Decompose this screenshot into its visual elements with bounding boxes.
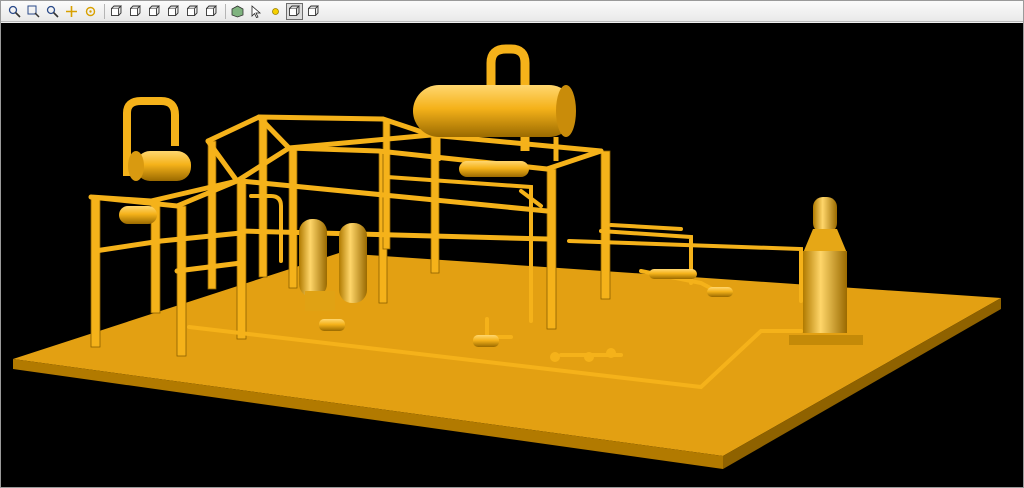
- heat-exchanger: [459, 161, 529, 177]
- column: [176, 205, 187, 357]
- view-right-icon: [206, 5, 218, 16]
- pan-button[interactable]: [63, 3, 80, 20]
- heat-exchanger: [707, 287, 733, 297]
- view-right-button[interactable]: [203, 3, 220, 20]
- view-back-icon: [130, 5, 142, 16]
- valve: [584, 352, 594, 362]
- 3d-viewport[interactable]: [1, 23, 1023, 487]
- cad-viewer-window: [0, 0, 1024, 488]
- light-button[interactable]: [267, 3, 284, 20]
- column: [546, 168, 557, 330]
- column: [90, 196, 101, 348]
- zoom-dynamic-icon: [46, 5, 59, 18]
- vertical-vessel: [339, 223, 367, 303]
- pipe: [609, 223, 683, 231]
- view-iso-button[interactable]: [229, 3, 246, 20]
- skid-top: [13, 253, 1001, 456]
- view-top-icon: [149, 5, 161, 16]
- vertical-vessel: [299, 219, 327, 297]
- heat-exchanger: [119, 206, 157, 224]
- view-front-icon: [111, 5, 123, 16]
- view-toolbar: [1, 1, 1023, 22]
- view-bottom-button[interactable]: [165, 3, 182, 20]
- heat-exchanger: [649, 269, 697, 279]
- pump: [319, 319, 345, 331]
- shaded-mode-button[interactable]: [286, 2, 303, 20]
- zoom-window-button[interactable]: [6, 3, 23, 20]
- tower: [803, 251, 847, 333]
- zoom-fit-button[interactable]: [25, 3, 42, 20]
- view-left-button[interactable]: [184, 3, 201, 20]
- pump: [473, 335, 499, 347]
- plant-model: [13, 44, 1001, 469]
- column: [288, 147, 298, 289]
- tower-base: [789, 335, 863, 345]
- column: [236, 180, 247, 340]
- light-icon: [272, 7, 279, 15]
- view-left-icon: [187, 5, 199, 16]
- view-back-button[interactable]: [127, 3, 144, 20]
- tower-transition: [803, 229, 847, 253]
- valve: [550, 352, 560, 362]
- horizontal-drum: [413, 85, 575, 137]
- view-top-button[interactable]: [146, 3, 163, 20]
- heat-exchanger: [136, 151, 191, 181]
- rotate-icon: [85, 6, 96, 16]
- view-iso-icon: [231, 5, 244, 17]
- view-bottom-icon: [168, 5, 180, 16]
- view-front-button[interactable]: [108, 3, 125, 20]
- vessel-skirt: [305, 291, 335, 311]
- rotate-button[interactable]: [82, 3, 99, 20]
- toolbar-separator: [104, 3, 105, 19]
- beam: [238, 228, 550, 242]
- beam: [286, 132, 434, 151]
- toolbar-separator: [225, 3, 226, 19]
- tower: [813, 197, 837, 233]
- select-icon: [251, 4, 262, 18]
- wireframe-mode-button[interactable]: [305, 3, 322, 20]
- valve: [606, 348, 616, 358]
- select-button[interactable]: [248, 3, 265, 20]
- beam: [92, 230, 244, 254]
- pan-icon: [66, 5, 77, 17]
- wireframe-mode-icon: [308, 5, 320, 16]
- column: [600, 150, 611, 300]
- zoom-window-icon: [8, 5, 21, 18]
- zoom-fit-icon: [27, 5, 40, 18]
- zoom-dynamic-button[interactable]: [44, 3, 61, 20]
- shaded-mode-icon: [289, 5, 301, 16]
